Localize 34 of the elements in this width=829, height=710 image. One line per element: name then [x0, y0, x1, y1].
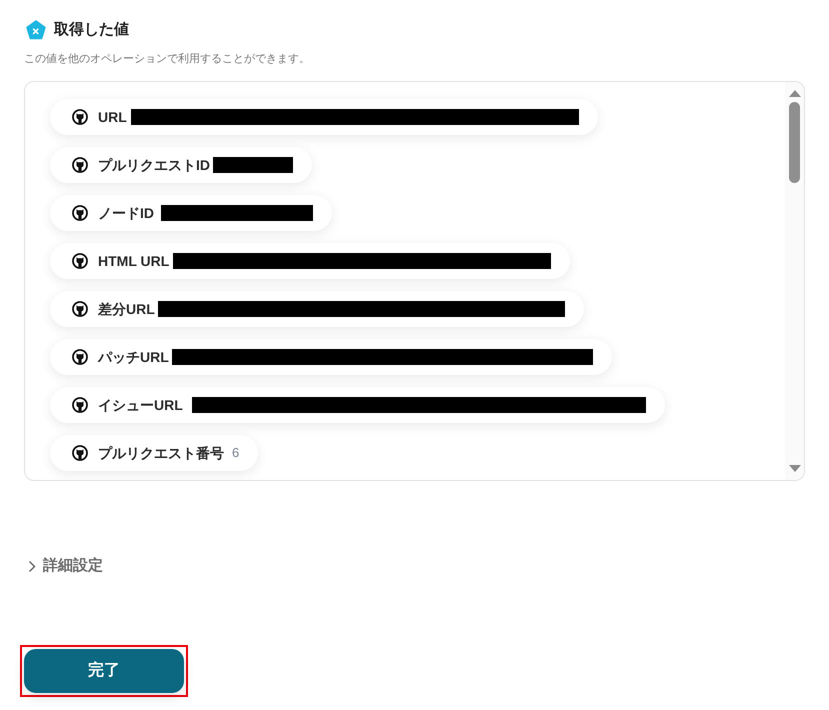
cat-icon: [72, 253, 88, 269]
value-label: 差分URL: [98, 300, 155, 318]
value-chip[interactable]: プルリクエスト番号 6: [50, 435, 258, 471]
value-chip[interactable]: イシューURL: [50, 387, 665, 423]
value-label: イシューURL: [98, 396, 183, 414]
value-chip[interactable]: HTML URL: [50, 243, 570, 279]
done-button[interactable]: 完了: [24, 648, 184, 692]
scroll-up-arrow-icon[interactable]: [788, 90, 800, 97]
cat-icon: [72, 445, 88, 461]
cat-icon: [72, 397, 88, 413]
value-chip[interactable]: 差分URL: [50, 291, 584, 327]
value-label: URL: [98, 108, 127, 126]
cat-icon: [72, 301, 88, 317]
scrollbar-thumb[interactable]: [789, 102, 800, 183]
value-chip[interactable]: URL: [50, 99, 598, 135]
value-chip[interactable]: プルリクエストID: [50, 147, 312, 183]
value-label: プルリクエスト番号: [98, 444, 224, 462]
pentagon-x-icon: [26, 20, 46, 40]
value-label: ノードID: [98, 204, 154, 222]
value-chip[interactable]: パッチURL: [50, 339, 612, 375]
advanced-settings-toggle[interactable]: 詳細設定: [24, 555, 103, 578]
chevron-icon: [28, 560, 36, 573]
value-label: パッチURL: [98, 348, 169, 366]
cat-icon: [72, 349, 88, 365]
section-title: 取得した値: [54, 20, 129, 40]
value-chip[interactable]: ノードID: [50, 195, 332, 231]
value-label: HTML URL: [98, 252, 170, 270]
scroll-down-arrow-icon[interactable]: [788, 465, 800, 472]
value-text: 6: [232, 444, 240, 462]
value-label: プルリクエストID: [98, 156, 210, 174]
section-description: この値を他のオペレーションで利用することができます。: [24, 52, 310, 66]
cat-icon: [72, 205, 88, 221]
cat-icon: [72, 157, 88, 173]
cat-icon: [72, 109, 88, 125]
